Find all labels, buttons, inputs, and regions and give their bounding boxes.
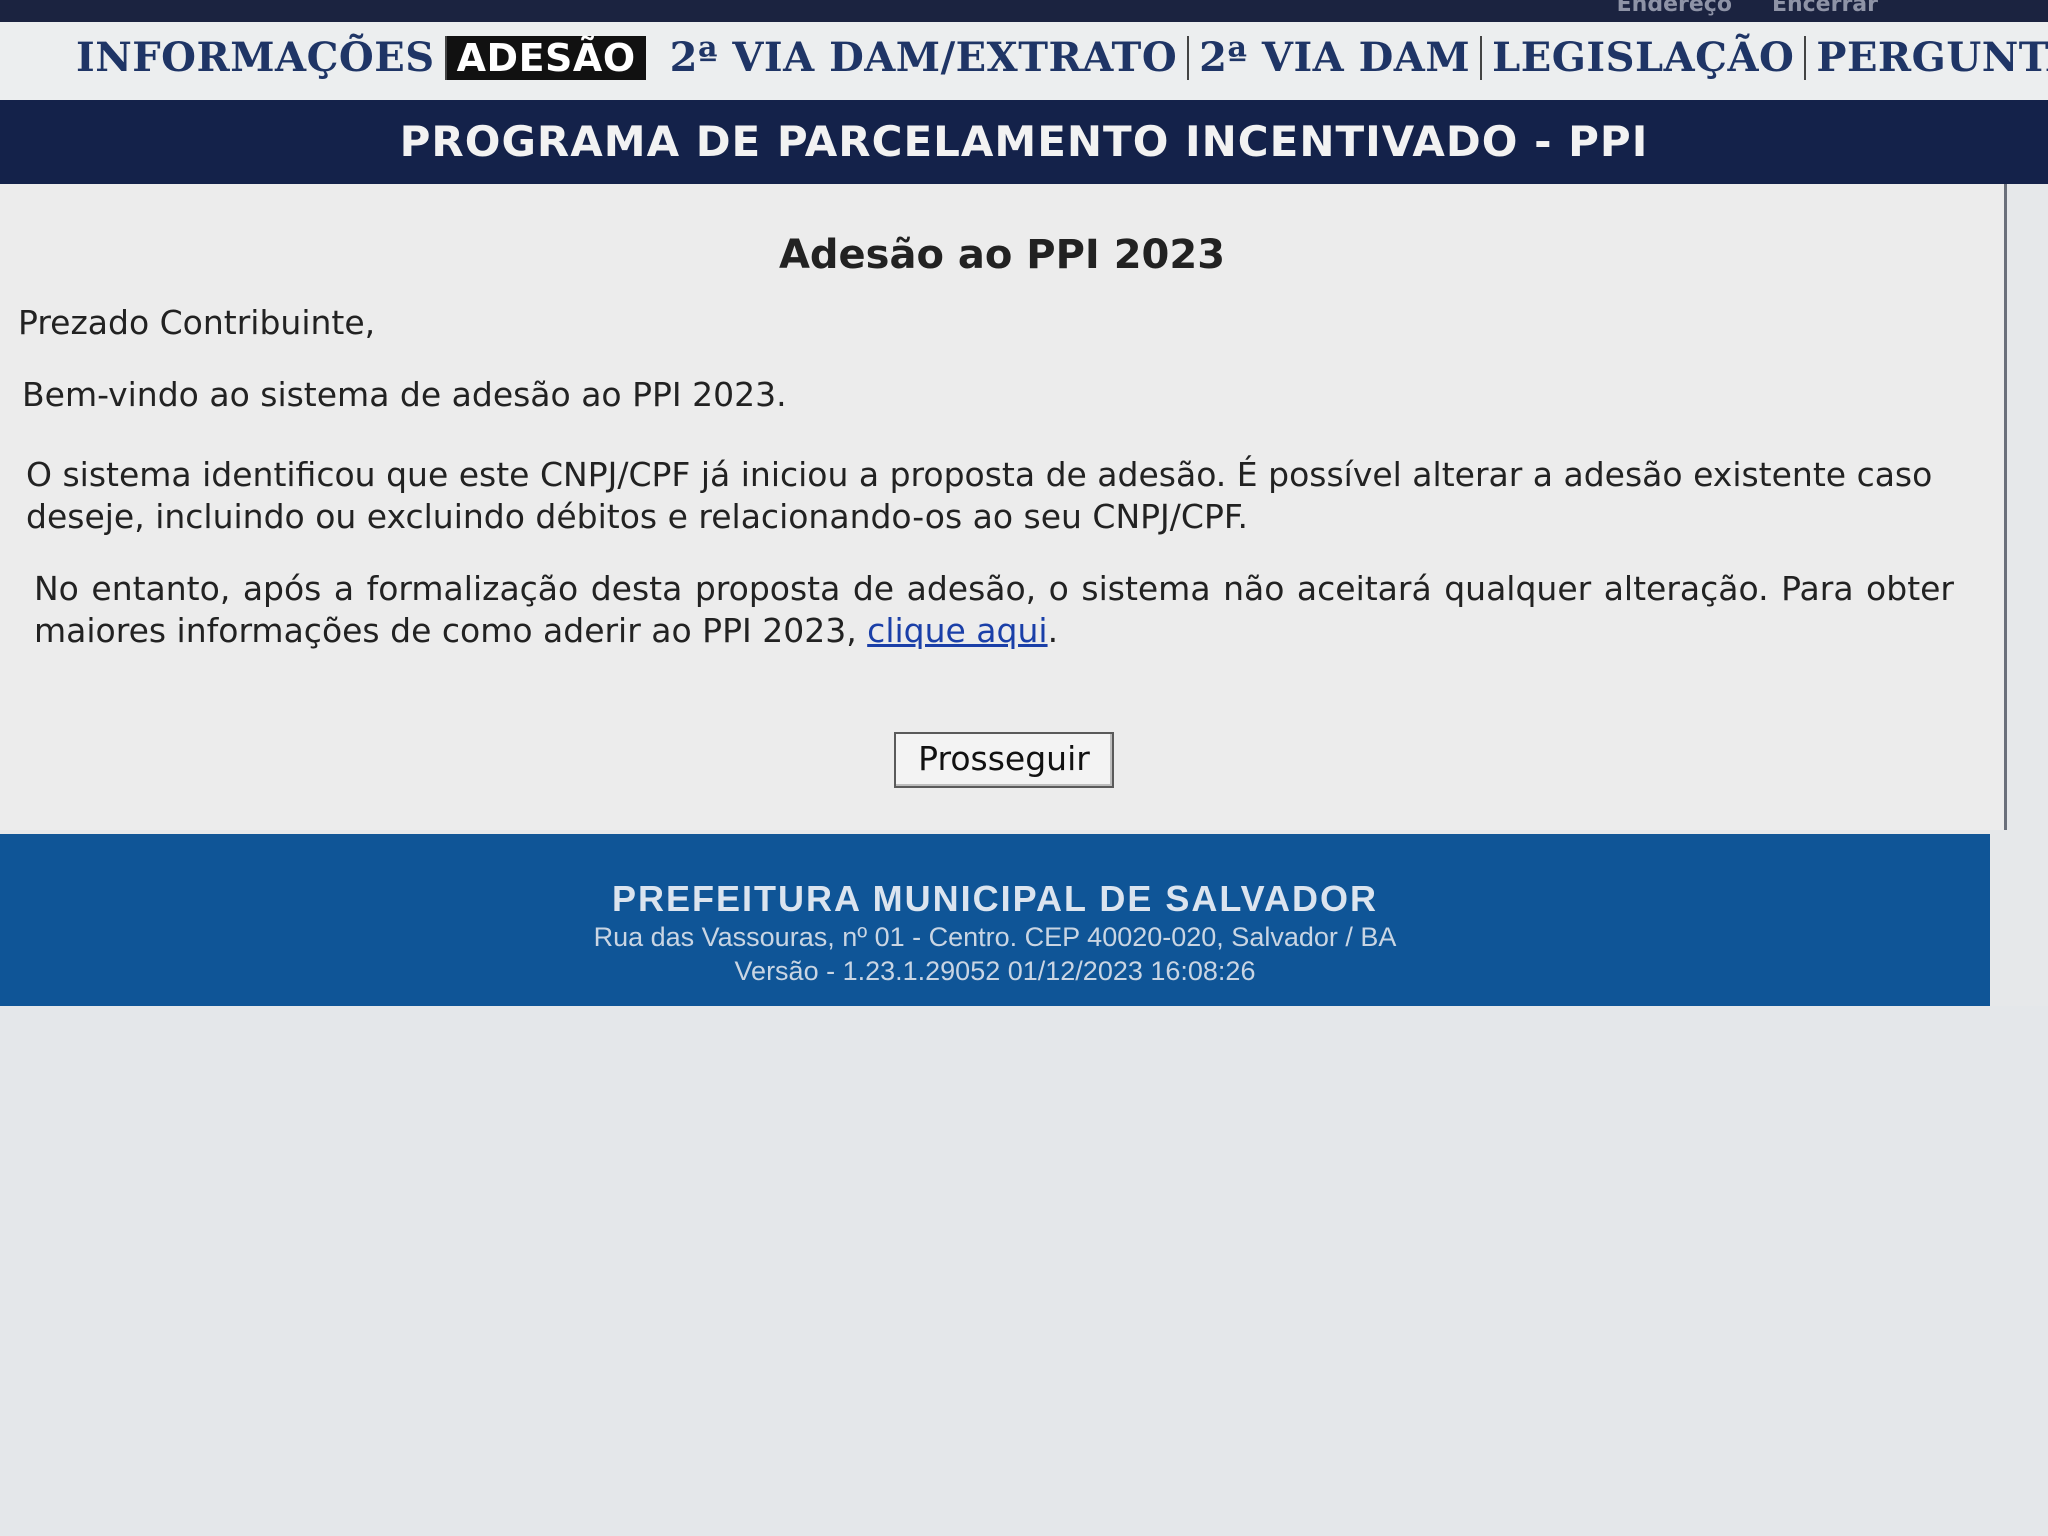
logout-link[interactable]: Encerrar — [1772, 0, 1878, 17]
top-strip: Endereço Encerrar — [0, 0, 2048, 22]
warning-paragraph: No entanto, após a formalização desta pr… — [34, 568, 1954, 652]
nav-item-informacoes[interactable]: INFORMAÇÕES — [66, 36, 447, 80]
nav-item-adesao[interactable]: ADESÃO — [446, 36, 646, 80]
empty-page-area — [0, 1006, 2048, 1536]
nav-item-2via-dam-extrato[interactable]: 2ª VIA DAM/EXTRATO — [660, 36, 1190, 80]
nav-items: INFORMAÇÕES ADESÃO 2ª VIA DAM/EXTRATO 2ª… — [66, 36, 2048, 80]
top-links: Endereço Encerrar — [1617, 0, 1878, 17]
main-content: Adesão ao PPI 2023 Prezado Contribuinte,… — [0, 184, 2007, 830]
footer-version: Versão - 1.23.1.29052 01/12/2023 16:08:2… — [734, 956, 1256, 986]
welcome-text: Bem-vindo ao sistema de adesão ao PPI 20… — [22, 375, 787, 414]
footer-org: PREFEITURA MUNICIPAL DE SALVADOR — [611, 878, 1379, 919]
info-text: O sistema identificou que este CNPJ/CPF … — [26, 455, 1933, 536]
nav-item-perguntas[interactable]: PERGUNTAS — [1806, 36, 2048, 80]
warning-suffix: . — [1047, 611, 1059, 650]
more-info-link[interactable]: clique aqui — [867, 611, 1047, 650]
nav-item-2via-dam[interactable]: 2ª VIA DAM — [1189, 36, 1483, 80]
footer-address: Rua das Vassouras, nº 01 - Centro. CEP 4… — [593, 922, 1397, 952]
proceed-button[interactable]: Prosseguir — [894, 732, 1114, 788]
page-title: Adesão ao PPI 2023 — [778, 232, 1226, 278]
program-banner: PROGRAMA DE PARCELAMENTO INCENTIVADO - P… — [0, 100, 2048, 184]
address-link[interactable]: Endereço — [1617, 0, 1732, 17]
nav-item-legislacao[interactable]: LEGISLAÇÃO — [1482, 36, 1807, 80]
greeting-text: Prezado Contribuinte, — [18, 303, 376, 342]
footer: PREFEITURA MUNICIPAL DE SALVADOR Rua das… — [0, 834, 1990, 1006]
